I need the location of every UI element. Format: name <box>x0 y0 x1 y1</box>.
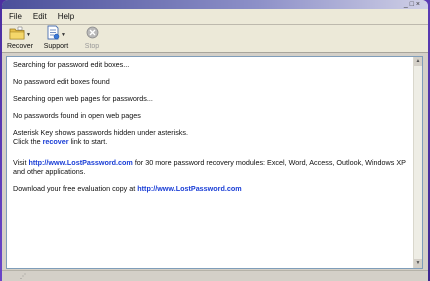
menu-help[interactable]: Help <box>57 11 75 22</box>
recover-button[interactable]: ▼ Recover <box>6 26 34 51</box>
log-line: Searching for password edit boxes... <box>13 60 130 69</box>
folder-icon <box>9 26 25 45</box>
chevron-down-icon[interactable]: ▼ <box>61 32 66 38</box>
stop-button[interactable]: Stop <box>78 26 106 51</box>
stop-label: Stop <box>84 43 100 50</box>
log-panel: Searching for password edit boxes... No … <box>6 56 423 269</box>
log-line: Searching open web pages for passwords..… <box>13 94 153 103</box>
lostpassword-link[interactable]: http://www.LostPassword.com <box>28 158 132 167</box>
stop-icon <box>86 26 99 44</box>
download-link[interactable]: http://www.LostPassword.com <box>137 184 241 193</box>
info-line-click: Click the recover link to start. <box>13 137 416 146</box>
support-label: Support <box>43 43 69 50</box>
log-content: Searching for password edit boxes... No … <box>7 57 422 204</box>
window-controls[interactable]: _ □ × <box>404 0 420 9</box>
recover-link[interactable]: recover <box>43 137 69 146</box>
vertical-scrollbar[interactable]: ▲ ▼ <box>413 57 422 268</box>
info-line: Asterisk Key shows passwords hidden unde… <box>13 128 188 137</box>
scroll-up-icon[interactable]: ▲ <box>414 57 422 66</box>
visit-text: Visit <box>13 158 27 167</box>
title-bar[interactable]: _ □ × <box>2 0 428 9</box>
download-line: Download your free evaluation copy at ht… <box>13 184 416 193</box>
info-text: link to start. <box>70 137 108 146</box>
status-bar: ⋰ <box>2 270 428 281</box>
support-button[interactable]: ▼ Support <box>42 25 70 51</box>
resize-grip-icon[interactable]: ⋰ <box>20 273 26 280</box>
chevron-down-icon[interactable]: ▼ <box>26 32 31 38</box>
download-text: Download your free evaluation copy at <box>13 184 136 193</box>
menu-edit[interactable]: Edit <box>32 11 48 22</box>
recover-label: Recover <box>6 43 34 50</box>
visit-line: Visit http://www.LostPassword.com for 30… <box>13 158 416 176</box>
app-window: _ □ × File Edit Help ▼ Recover ▼ Support… <box>2 0 428 281</box>
info-text: Click the <box>13 137 41 146</box>
log-line: No passwords found in open web pages <box>13 111 141 120</box>
menu-bar: File Edit Help <box>2 9 428 25</box>
support-document-icon <box>46 25 60 45</box>
log-line: No password edit boxes found <box>13 77 110 86</box>
menu-file[interactable]: File <box>8 11 23 22</box>
scroll-down-icon[interactable]: ▼ <box>414 259 422 268</box>
toolbar: ▼ Recover ▼ Support Stop <box>2 25 428 53</box>
